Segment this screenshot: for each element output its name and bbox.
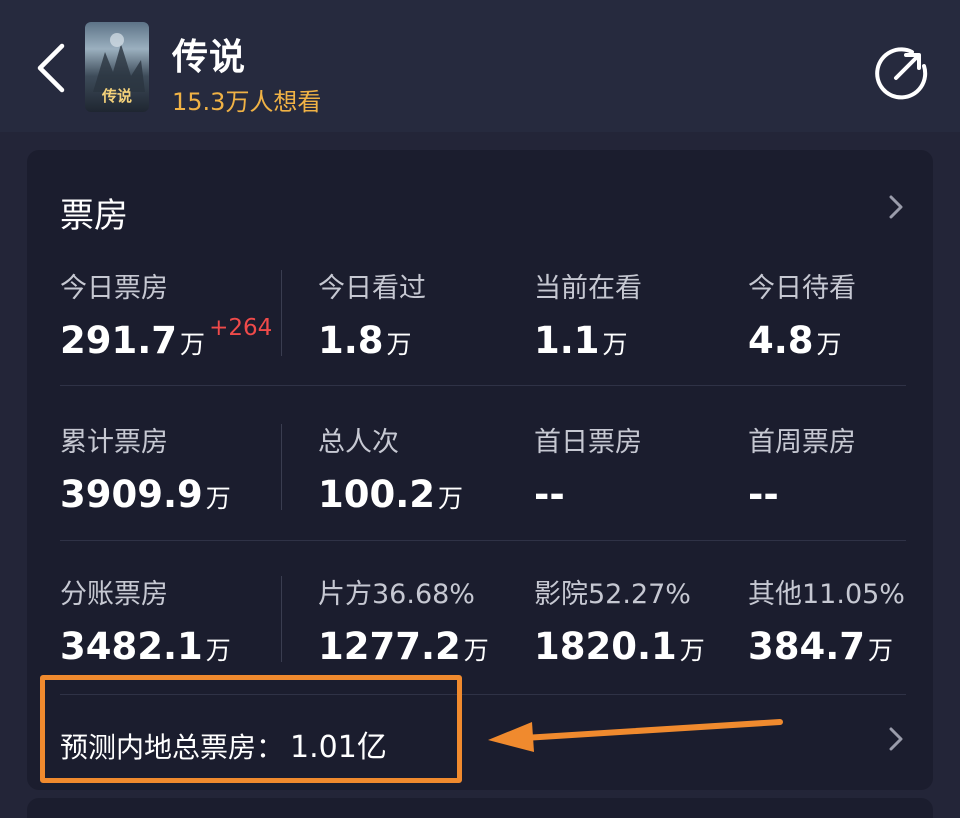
chevron-right-icon[interactable] xyxy=(886,192,906,222)
stat-first-day-box-office: 首日票房 -- xyxy=(534,420,642,516)
box-office-title[interactable]: 票房 xyxy=(60,188,128,237)
stat-value: 1277.2 万 xyxy=(318,625,489,668)
back-icon[interactable] xyxy=(28,38,78,98)
stat-label: 其他11.05% xyxy=(748,579,905,610)
poster-title-text: 传说 xyxy=(101,87,132,105)
next-card-edge xyxy=(27,798,933,818)
stat-value: -- xyxy=(748,473,779,516)
row-divider xyxy=(60,540,906,541)
stat-total-admissions: 总人次 100.2 万 xyxy=(318,420,463,516)
stat-today-watched: 今日看过 1.8 万 xyxy=(318,266,426,362)
stat-split-box-office: 分账票房 3482.1 万 xyxy=(60,572,231,668)
annotation-arrow-icon xyxy=(488,719,783,752)
stat-value: 100.2 万 xyxy=(318,473,464,516)
stat-label: 首周票房 xyxy=(748,427,856,458)
movie-header: 传说 传说 15.3万人想看 xyxy=(0,0,960,132)
stat-value: 4.8 万 xyxy=(748,319,842,362)
stat-today-box-office: 今日票房 291.7 万+264 xyxy=(60,266,272,362)
stat-label: 片方36.68% xyxy=(318,579,475,610)
stat-today-to-watch: 今日待看 4.8 万 xyxy=(748,266,856,362)
stat-value: 1.1 万 xyxy=(534,319,628,362)
stat-label: 当前在看 xyxy=(534,273,642,304)
want-to-watch-count: 15.3万人想看 xyxy=(172,88,322,116)
row-divider xyxy=(60,385,906,386)
stat-value: -- xyxy=(534,473,565,516)
stat-label: 今日票房 xyxy=(60,273,168,304)
stat-value: 291.7 万+264 xyxy=(60,315,273,362)
stat-label: 总人次 xyxy=(318,427,399,458)
stat-first-week-box-office: 首周票房 -- xyxy=(748,420,856,516)
stat-value: 384.7 万 xyxy=(748,625,894,668)
stat-cinema-share: 影院52.27% 1820.1 万 xyxy=(534,572,705,668)
annotation-highlight-box xyxy=(40,675,462,783)
stat-other-share: 其他11.05% 384.7 万 xyxy=(748,572,905,668)
stat-label: 今日待看 xyxy=(748,273,856,304)
stat-now-watching: 当前在看 1.1 万 xyxy=(534,266,642,362)
stat-total-box-office: 累计票房 3909.9 万 xyxy=(60,420,231,516)
stat-delta: +264 xyxy=(209,315,273,341)
stat-value: 1.8 万 xyxy=(318,319,412,362)
movie-poster[interactable]: 传说 xyxy=(85,22,149,112)
stat-label: 分账票房 xyxy=(60,579,168,610)
stat-value: 1820.1 万 xyxy=(534,625,705,668)
stat-value: 3909.9 万 xyxy=(60,473,231,516)
chevron-right-icon[interactable] xyxy=(886,724,906,754)
stat-label: 影院52.27% xyxy=(534,579,691,610)
column-divider xyxy=(281,270,282,356)
stat-label: 今日看过 xyxy=(318,273,426,304)
stat-label: 累计票房 xyxy=(60,427,168,458)
movie-title: 传说 xyxy=(172,37,247,78)
stat-producer-share: 片方36.68% 1277.2 万 xyxy=(318,572,489,668)
stat-value: 3482.1 万 xyxy=(60,625,231,668)
column-divider xyxy=(281,424,282,510)
column-divider xyxy=(281,576,282,662)
stat-label: 首日票房 xyxy=(534,427,642,458)
share-icon[interactable] xyxy=(874,44,930,100)
